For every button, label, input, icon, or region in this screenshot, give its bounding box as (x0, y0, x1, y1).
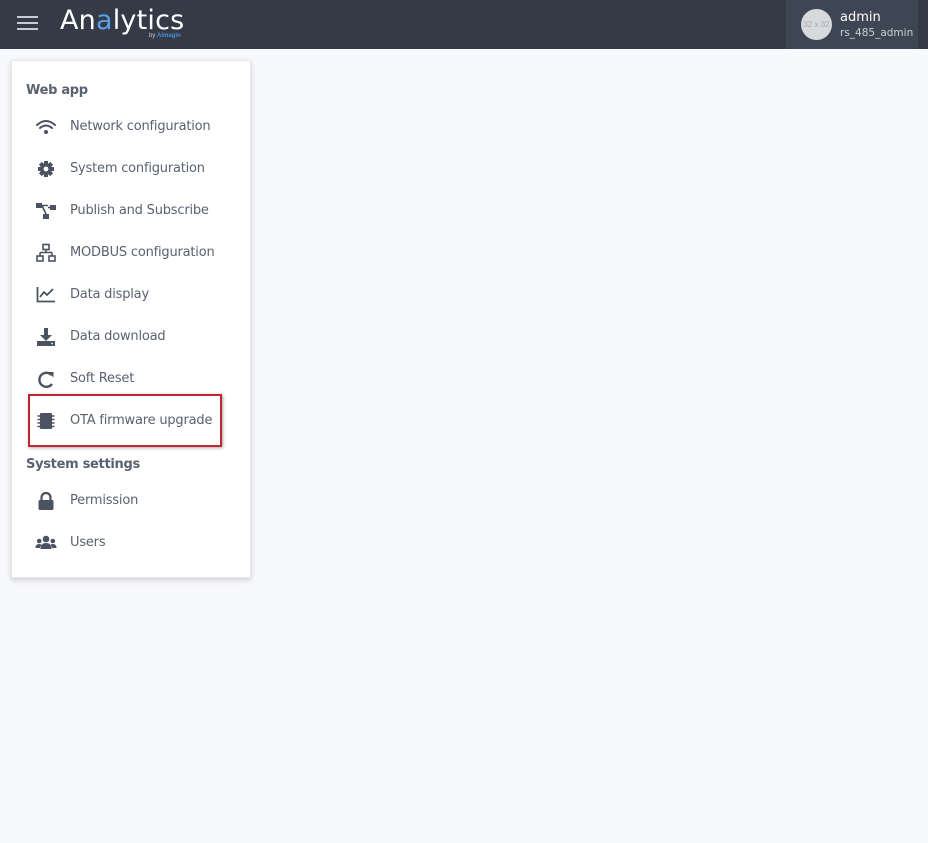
menu-item-network-configuration[interactable]: Network configuration (26, 111, 236, 145)
menu-item-label: Data download (70, 329, 166, 344)
network-icon (35, 243, 57, 265)
menu-item-label: MODBUS configuration (70, 245, 215, 260)
menu-item-label: Soft Reset (70, 371, 135, 386)
menu-item-label: Data display (70, 287, 149, 302)
menu-item-soft-reset[interactable]: Soft Reset (26, 363, 236, 397)
section-title-web-app: Web app (26, 83, 88, 98)
line-chart-icon (35, 285, 57, 307)
logo-byline: by Almagin (149, 33, 181, 39)
menu-item-modbus-configuration[interactable]: MODBUS configuration (26, 237, 236, 271)
user-role: rs_485_admin (840, 27, 914, 39)
menu-item-label: Publish and Subscribe (70, 203, 209, 218)
menu-item-data-display[interactable]: Data display (26, 279, 236, 313)
menu-item-publish-and-subscribe[interactable]: Publish and Subscribe (26, 195, 236, 229)
menu-item-label: Permission (70, 493, 139, 508)
analytics-logo[interactable]: Analytics by Almagin (60, 5, 200, 43)
top-navbar: Analytics by Almagin 32 x 32 admin rs_48… (0, 0, 928, 49)
download-icon (35, 327, 57, 349)
menu-item-permission[interactable]: Permission (26, 485, 236, 519)
wifi-icon (35, 117, 57, 139)
menu-item-label: System configuration (70, 161, 205, 176)
menu-item-ota-firmware-upgrade[interactable]: OTA firmware upgrade (26, 405, 236, 439)
chip-icon (35, 411, 57, 433)
menu-item-label: OTA firmware upgrade (70, 413, 213, 428)
dropdown-nav-menu: Web app Network configuration System con… (11, 60, 251, 578)
menu-item-label: Network configuration (70, 119, 211, 134)
gear-icon (35, 159, 57, 181)
refresh-icon (35, 369, 57, 391)
menu-item-users[interactable]: Users (26, 527, 236, 561)
menu-item-system-configuration[interactable]: System configuration (26, 153, 236, 187)
hamburger-menu-icon[interactable] (17, 14, 39, 34)
user-name: admin (840, 10, 881, 25)
hierarchy-icon (35, 201, 57, 223)
menu-item-data-download[interactable]: Data download (26, 321, 236, 355)
section-title-system-settings: System settings (26, 457, 140, 472)
menu-item-label: Users (70, 535, 106, 550)
users-icon (35, 533, 57, 555)
user-menu[interactable]: 32 x 32 admin rs_485_admin (786, 0, 918, 49)
avatar: 32 x 32 (801, 9, 832, 40)
lock-icon (35, 491, 57, 513)
